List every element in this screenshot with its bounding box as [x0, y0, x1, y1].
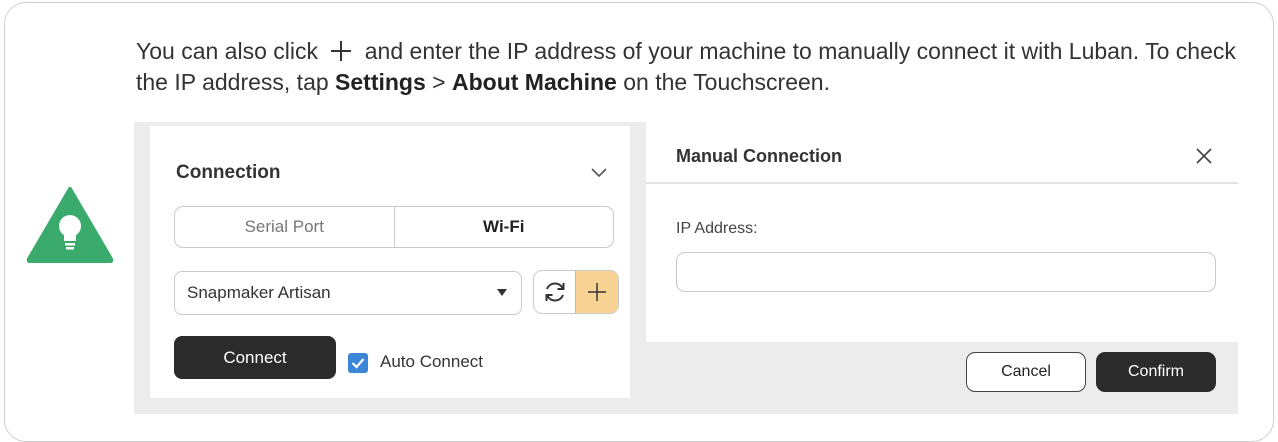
auto-connect-label: Auto Connect [380, 352, 484, 371]
chevron-down-icon[interactable] [590, 166, 608, 178]
cancel-button[interactable]: Cancel [966, 352, 1086, 392]
tip-text: You can also click and enter the IP addr… [136, 36, 1236, 98]
ip-address-input[interactable] [676, 252, 1216, 292]
ip-address-label: IP Address: [676, 220, 758, 237]
tip-text-part1: You can also click [136, 38, 318, 64]
machine-actions [533, 270, 619, 314]
menu-separator: > [432, 69, 446, 95]
confirm-button[interactable]: Confirm [1096, 352, 1216, 392]
dialog-title: Manual Connection [676, 146, 842, 166]
refresh-button[interactable] [534, 271, 575, 313]
settings-label: Settings [335, 69, 426, 95]
machine-select-value: Snapmaker Artisan [187, 283, 331, 302]
auto-connect-checkbox[interactable] [348, 353, 368, 373]
tip-text-part3: on the Touchscreen. [623, 69, 830, 95]
add-machine-button[interactable] [575, 271, 618, 313]
connect-button[interactable]: Connect [174, 336, 336, 379]
connection-title: Connection [176, 162, 281, 183]
lightbulb-icon [26, 187, 114, 263]
caret-down-icon [497, 289, 507, 296]
tab-serial-port[interactable]: Serial Port [175, 207, 395, 247]
checkmark-icon [351, 358, 365, 369]
machine-select[interactable]: Snapmaker Artisan [174, 271, 522, 315]
about-machine-label: About Machine [452, 69, 617, 95]
refresh-icon [545, 282, 564, 302]
connection-type-tabs: Serial Port Wi-Fi [174, 206, 614, 248]
tab-wifi[interactable]: Wi-Fi [395, 207, 614, 247]
plus-icon [588, 283, 606, 301]
plus-icon [331, 41, 352, 61]
close-icon[interactable] [1194, 146, 1214, 166]
